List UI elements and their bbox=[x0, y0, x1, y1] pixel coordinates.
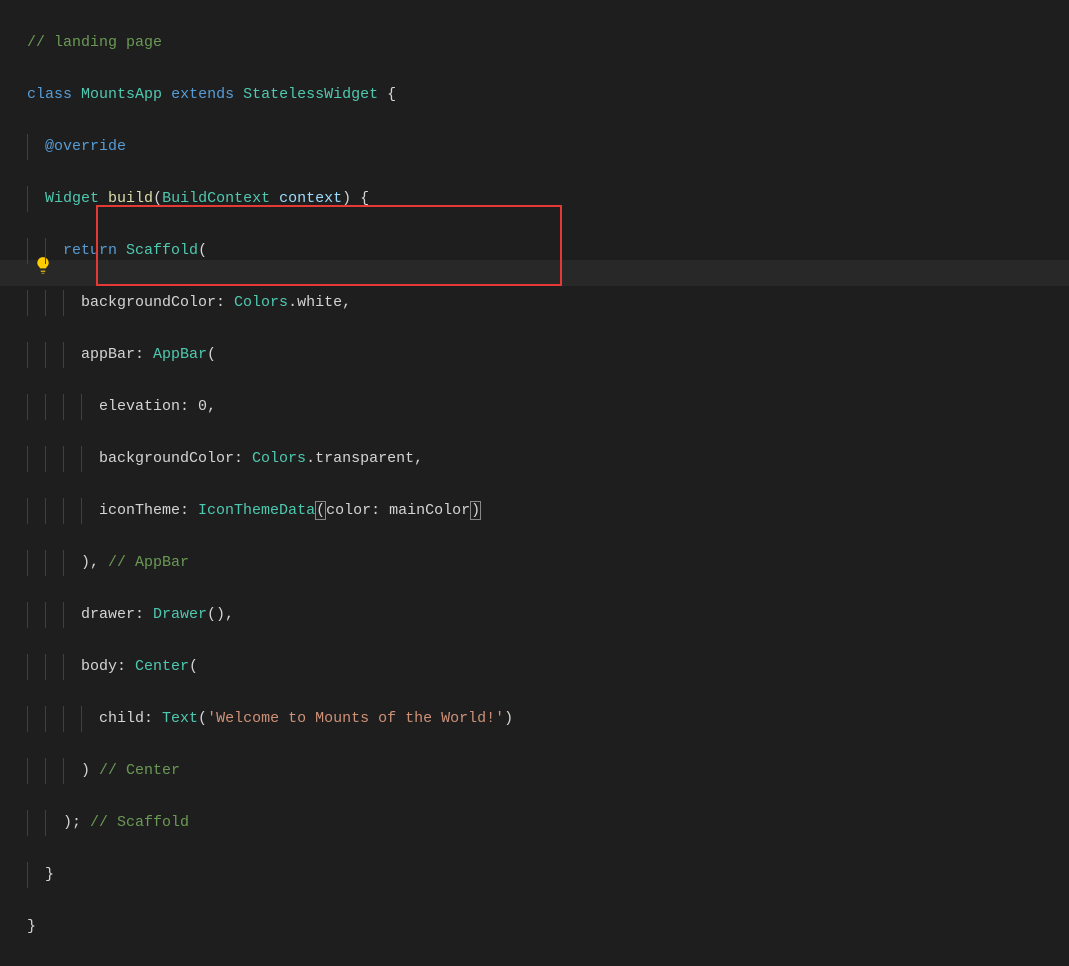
paren: ) bbox=[504, 710, 513, 727]
paren: ( bbox=[198, 710, 207, 727]
colors-class: Colors bbox=[234, 294, 288, 311]
paren: ( bbox=[153, 190, 162, 207]
brace-close: } bbox=[27, 918, 36, 935]
widget-center: Center bbox=[135, 658, 189, 675]
widget-text: Text bbox=[162, 710, 198, 727]
paren: ( bbox=[198, 242, 207, 259]
widget-scaffold: Scaffold bbox=[126, 242, 198, 259]
prop-bgcolor: backgroundColor: bbox=[81, 294, 234, 311]
method-name: build bbox=[108, 190, 153, 207]
code-comment: // landing page bbox=[27, 34, 162, 51]
comment-center: // Center bbox=[99, 762, 180, 779]
param-name: context bbox=[270, 190, 342, 207]
color-white: .white, bbox=[288, 294, 351, 311]
prop-elevation: elevation: bbox=[99, 398, 198, 415]
prop-icontheme: iconTheme: bbox=[99, 502, 198, 519]
param-type: BuildContext bbox=[162, 190, 270, 207]
keyword-return: return bbox=[63, 242, 117, 259]
string-literal: 'Welcome to Mounts of the World!' bbox=[207, 710, 504, 727]
widget-appbar: AppBar bbox=[153, 346, 207, 363]
code-editor[interactable]: // landing page class MountsApp extends … bbox=[27, 4, 513, 966]
brace: { bbox=[378, 86, 396, 103]
paren-close-matched: ) bbox=[470, 501, 481, 520]
paren-close: ); bbox=[63, 814, 90, 831]
paren: ( bbox=[207, 346, 216, 363]
keyword-class: class bbox=[27, 86, 72, 103]
paren: ( bbox=[189, 658, 198, 675]
colors-class: Colors bbox=[252, 450, 306, 467]
widget-drawer: Drawer bbox=[153, 606, 207, 623]
paren-close: ) bbox=[81, 762, 99, 779]
prop-body: body: bbox=[81, 658, 135, 675]
arg-color: color: mainColor bbox=[326, 502, 470, 519]
prop-bgcolor: backgroundColor: bbox=[99, 450, 252, 467]
prop-appbar: appBar: bbox=[81, 346, 153, 363]
return-type: Widget bbox=[45, 190, 99, 207]
prop-drawer: drawer: bbox=[81, 606, 153, 623]
color-transparent: .transparent, bbox=[306, 450, 423, 467]
keyword-extends: extends bbox=[171, 86, 234, 103]
base-class: StatelessWidget bbox=[243, 86, 378, 103]
paren-close: ), bbox=[81, 554, 108, 571]
annotation: @override bbox=[45, 138, 126, 155]
prop-child: child: bbox=[99, 710, 162, 727]
widget-iconthemedata: IconThemeData bbox=[198, 502, 315, 519]
comma: , bbox=[207, 398, 216, 415]
paren-open-matched: ( bbox=[315, 501, 326, 520]
paren: ) { bbox=[342, 190, 369, 207]
paren: (), bbox=[207, 606, 234, 623]
comment-scaffold: // Scaffold bbox=[90, 814, 189, 831]
class-name: MountsApp bbox=[81, 86, 162, 103]
brace-close: } bbox=[45, 866, 54, 883]
comment-appbar: // AppBar bbox=[108, 554, 189, 571]
num-zero: 0 bbox=[198, 398, 207, 415]
